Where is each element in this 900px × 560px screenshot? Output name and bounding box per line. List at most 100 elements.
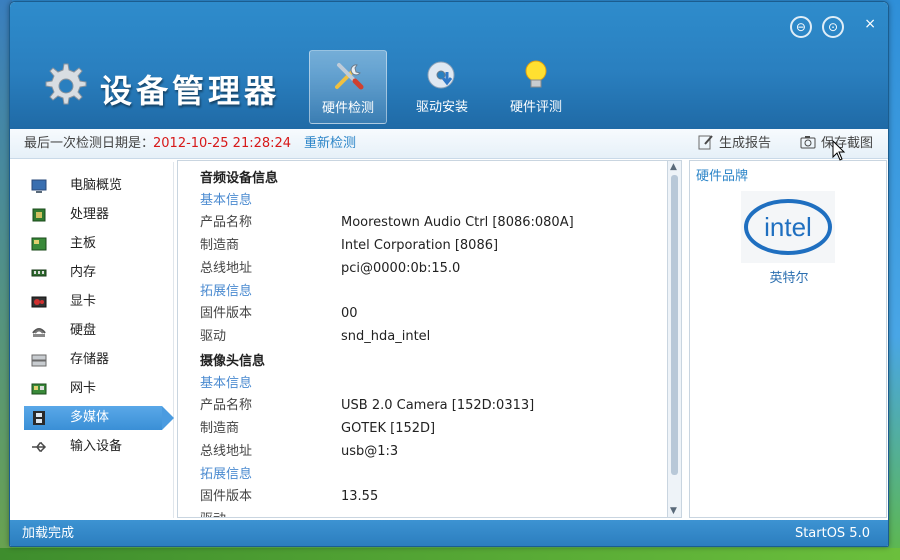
sidebar-item-label: 主板 [70,236,97,251]
tab-driver-install[interactable]: 驱动安装 [403,50,481,124]
field-value: pci@0000:0b:15.0 [341,261,461,276]
sidebar-item-label: 网卡 [70,381,97,396]
tab-hardware-benchmark[interactable]: 硬件评测 [497,50,575,124]
os-version: StartOS 5.0 [794,526,870,541]
network-card-icon [31,383,47,395]
desktop-background-bottom [0,548,900,560]
field-label: 驱动 [200,512,226,517]
sidebar-item-motherboard[interactable]: 主板 [14,232,174,256]
field-value: 13.55 [341,489,379,504]
scroll-down-arrow-icon[interactable]: ▼ [670,506,677,516]
scroll-up-arrow-icon[interactable]: ▲ [670,162,677,172]
restore-button[interactable]: ⊙ [822,16,844,38]
usb-icon [32,442,47,452]
save-screenshot-label: 保存截图 [821,136,874,151]
camera-icon [800,136,816,149]
sidebar-item-storage[interactable]: 存储器 [14,348,174,372]
camera-extended-heading: 拓展信息 [200,467,253,482]
app-title: 设备管理器 [100,72,281,110]
hard-disk-icon [32,328,46,337]
sidebar-item-graphics[interactable]: 显卡 [14,290,174,314]
sidebar-item-memory[interactable]: 内存 [14,261,174,285]
field-value: Moorestown Audio Ctrl [8086:080A] [341,215,574,230]
last-check-label: 最后一次检测日期是： [24,136,155,151]
field-value: USB 2.0 Camera [152D:0313] [341,398,535,413]
audio-vendor-row: 制造商 Intel Corporation [8086] [200,236,498,256]
scrollbar-thumb[interactable] [671,175,678,475]
sidebar-item-label: 多媒体 [70,410,110,425]
sidebar-item-label: 输入设备 [70,439,123,454]
brand-name: 英特尔 [769,271,809,286]
edit-report-icon [698,135,713,150]
field-label: 固件版本 [200,306,253,321]
graphics-card-icon [31,296,47,308]
sidebar-item-input-devices[interactable]: 输入设备 [14,435,174,459]
sidebar-item-label: 内存 [70,265,97,280]
memory-icon [31,269,47,277]
film-icon [33,411,45,425]
cd-install-icon [427,61,455,89]
audio-basic-heading: 基本信息 [200,193,253,208]
status-text: 加载完成 [22,526,75,541]
generate-report-button[interactable]: 生成报告 [698,129,771,159]
gear-logo-icon [45,63,87,105]
field-value: usb@1:3 [341,444,399,459]
intel-logo-text: intel [764,212,812,242]
app-window: 设备管理器 硬件检测 驱动安装 硬件评测 ⊖ ⊙ × 最后一次检测日期是： 20… [9,1,889,547]
sidebar-item-harddisk[interactable]: 硬盘 [14,319,174,343]
content-scrollbar[interactable]: ▲ ▼ [668,160,682,518]
camera-basic-heading: 基本信息 [200,376,253,391]
info-bar: 最后一次检测日期是： 2012-10-25 21:28:24 重新检测 生成报告… [10,129,888,159]
mouse-cursor-icon [832,140,846,161]
audio-extended-heading: 拓展信息 [200,284,253,299]
tab-hardware-detect[interactable]: 硬件检测 [309,50,387,124]
field-label: 产品名称 [200,398,253,413]
tools-icon [335,63,364,90]
title-bar[interactable]: 设备管理器 硬件检测 驱动安装 硬件评测 ⊖ ⊙ × [10,2,888,129]
lightbulb-icon [525,60,547,88]
audio-product-row: 产品名称 Moorestown Audio Ctrl [8086:080A] [200,213,574,233]
field-label: 驱动 [200,329,227,344]
audio-driver-row: 驱动 snd_hda_intel [200,327,430,347]
motherboard-icon [31,237,47,251]
field-label: 制造商 [200,421,240,436]
field-value: GOTEK [152D] [341,421,436,436]
field-label: 制造商 [200,238,240,253]
window-controls: ⊖ ⊙ [784,16,844,38]
field-value: Intel Corporation [8086] [341,238,499,253]
device-info-panel[interactable]: 音频设备信息 基本信息 产品名称 Moorestown Audio Ctrl [… [177,160,668,518]
camera-vendor-row: 制造商 GOTEK [152D] [200,419,435,439]
tab-hardware-detect-label: 硬件检测 [321,101,374,116]
field-label: 产品名称 [200,215,253,230]
recheck-link[interactable]: 重新检测 [304,129,356,159]
field-value: 00 [341,306,358,321]
monitor-icon [31,179,47,193]
last-check-date: 2012-10-25 21:28:24 [153,136,292,151]
camera-bus-row: 总线地址 usb@1:3 [200,442,398,462]
field-value: snd_hda_intel [341,329,431,344]
generate-report-label: 生成报告 [719,136,772,151]
tab-driver-install-label: 驱动安装 [415,100,468,115]
sidebar-item-multimedia[interactable]: 多媒体 [24,406,174,430]
sidebar-item-label: 显卡 [70,294,97,309]
field-label: 总线地址 [200,444,253,459]
audio-firmware-row: 固件版本 00 [200,304,358,324]
intel-logo: intel [741,191,835,263]
sidebar-item-label: 电脑概览 [70,178,123,193]
sidebar-item-network[interactable]: 网卡 [14,377,174,401]
sidebar-item-cpu[interactable]: 处理器 [14,203,174,227]
brand-panel-title: 硬件品牌 [696,169,749,184]
field-label: 固件版本 [200,489,253,504]
camera-driver-row: 驱动 [200,510,226,517]
minimize-button[interactable]: ⊖ [789,16,812,38]
sidebar-item-label: 处理器 [70,207,110,222]
storage-icon [31,354,47,367]
sidebar-item-overview[interactable]: 电脑概览 [14,174,174,198]
cpu-icon [32,208,46,222]
camera-product-row: 产品名称 USB 2.0 Camera [152D:0313] [200,396,534,416]
audio-bus-row: 总线地址 pci@0000:0b:15.0 [200,259,460,279]
camera-section-title: 摄像头信息 [200,354,266,369]
hardware-brand-panel: 硬件品牌 intel 英特尔 [689,160,887,518]
sidebar-item-label: 存储器 [70,352,110,367]
close-button[interactable]: × [844,2,882,40]
